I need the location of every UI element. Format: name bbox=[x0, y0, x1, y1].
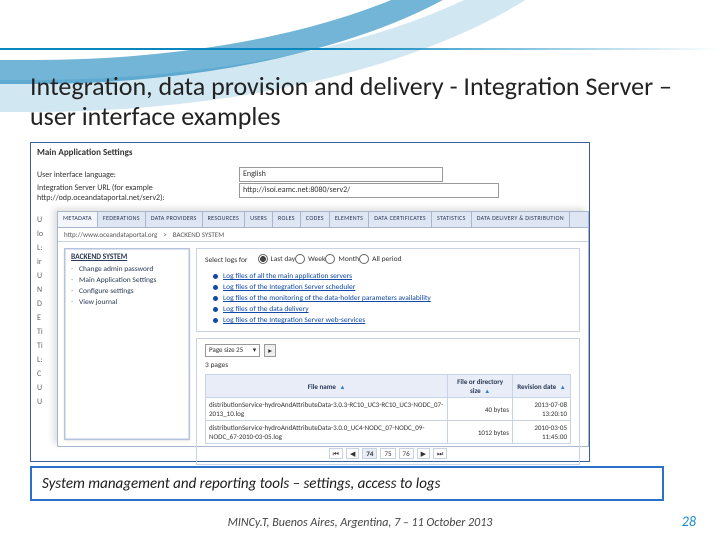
tab-data-delivery-distribution[interactable]: DATA DELIVERY & DISTRIBUTION bbox=[472, 212, 570, 227]
page-title: Integration, data provision and delivery… bbox=[30, 72, 690, 132]
breadcrumb-sep: > bbox=[163, 230, 167, 239]
pager-chip[interactable]: ⏭ bbox=[433, 448, 447, 459]
tab-data-providers[interactable]: DATA PROVIDERS bbox=[146, 212, 203, 227]
footer-text: MINCy.T, Buenos Aires, Argentina, 7 – 11… bbox=[0, 516, 720, 530]
front-window: METADATAFEDERATIONSDATA PROVIDERSRESOURC… bbox=[57, 211, 589, 447]
log-link[interactable]: Log files of the monitoring of the data-… bbox=[211, 293, 571, 304]
logs-label: Select logs for bbox=[205, 256, 248, 265]
screenshot-frame: Main Application Settings User interface… bbox=[30, 142, 590, 462]
caption-box: System management and reporting tools – … bbox=[30, 466, 664, 501]
pager-chip[interactable]: ◀ bbox=[346, 448, 359, 459]
log-period-row: Select logs for Last dayWeekMonthAll per… bbox=[205, 254, 571, 267]
language-label: User interface language: bbox=[37, 170, 233, 180]
tab-federations[interactable]: FEDERATIONS bbox=[98, 212, 146, 227]
pages-count: 3 pages bbox=[205, 361, 571, 370]
tab-statistics[interactable]: STATISTICS bbox=[432, 212, 472, 227]
url-input[interactable]: http://isoi.eamc.net:8080/serv2/ bbox=[239, 183, 499, 198]
caption-text: System management and reporting tools – … bbox=[42, 475, 440, 493]
language-input[interactable]: English bbox=[239, 167, 443, 182]
back-window-title: Main Application Settings bbox=[37, 147, 132, 158]
table-col[interactable]: File name ▲ bbox=[206, 375, 448, 398]
results-fieldset: Page size 25 ▸ 3 pages File name ▲File o… bbox=[196, 338, 580, 465]
page-size-row: Page size 25 ▸ bbox=[205, 344, 571, 357]
radio-last-day[interactable]: Last day bbox=[258, 254, 296, 264]
breadcrumb-section: BACKEND SYSTEM bbox=[173, 230, 224, 239]
radio-month[interactable]: Month bbox=[325, 254, 359, 264]
breadcrumb-url: http://www.oceandataportal.org bbox=[64, 230, 157, 239]
pager-chip[interactable]: 75 bbox=[380, 448, 395, 459]
sidebar-title: BACKEND SYSTEM bbox=[65, 249, 189, 264]
tab-bar: METADATAFEDERATIONSDATA PROVIDERSRESOURC… bbox=[58, 212, 588, 228]
tab-roles[interactable]: ROLES bbox=[273, 212, 301, 227]
tab-codes[interactable]: CODES bbox=[301, 212, 330, 227]
tab-users[interactable]: USERS bbox=[245, 212, 273, 227]
slide-number: 28 bbox=[682, 513, 696, 530]
log-links: Log files of all the main application se… bbox=[211, 271, 571, 326]
pager-chip[interactable]: ⏮ bbox=[329, 448, 343, 459]
table-col[interactable]: Revision date ▲ bbox=[512, 375, 570, 398]
tab-elements[interactable]: ELEMENTS bbox=[330, 212, 369, 227]
breadcrumb: http://www.oceandataportal.org > BACKEND… bbox=[58, 228, 588, 242]
logs-fieldset: Select logs for Last dayWeekMonthAll per… bbox=[196, 248, 580, 332]
pager-chip[interactable]: ▶ bbox=[417, 448, 430, 459]
table-row[interactable]: distributionService-hydroAndAttributeDat… bbox=[206, 421, 571, 444]
radio-all-period[interactable]: All period bbox=[359, 254, 401, 264]
tab-data-certificates[interactable]: DATA CERTIFICATES bbox=[369, 212, 432, 227]
table-row[interactable]: distributionService-hydroAndAttributeDat… bbox=[206, 398, 571, 421]
obscured-labels: UloL:irUNDETiTiL:CUU bbox=[37, 213, 43, 409]
url-row: Integration Server URL (for example http… bbox=[37, 183, 583, 203]
front-body: BACKEND SYSTEM Change admin passwordMain… bbox=[58, 242, 588, 446]
decorative-line bbox=[0, 48, 720, 50]
tab-metadata[interactable]: METADATA bbox=[58, 212, 98, 227]
sidebar-item[interactable]: Main Application Settings bbox=[65, 275, 189, 286]
sidebar-item[interactable]: Change admin password bbox=[65, 264, 189, 275]
language-row: User interface language: English bbox=[37, 167, 583, 182]
sidebar-item[interactable]: Configure settings bbox=[65, 286, 189, 297]
log-link[interactable]: Log files of all the main application se… bbox=[211, 271, 571, 282]
log-table: File name ▲File or directory size ▲Revis… bbox=[205, 374, 571, 444]
sidebar-item[interactable]: View journal bbox=[65, 297, 189, 308]
pager-chip[interactable]: 76 bbox=[399, 448, 414, 459]
go-button[interactable]: ▸ bbox=[264, 344, 276, 357]
table-col[interactable]: File or directory size ▲ bbox=[448, 375, 513, 398]
main-panel: Select logs for Last dayWeekMonthAll per… bbox=[196, 242, 588, 446]
sidebar: BACKEND SYSTEM Change admin passwordMain… bbox=[64, 248, 190, 440]
tab-resources[interactable]: RESOURCES bbox=[203, 212, 245, 227]
pager-chip[interactable]: 74 bbox=[362, 448, 377, 459]
url-label: Integration Server URL (for example http… bbox=[37, 183, 233, 203]
page-size-select[interactable]: Page size 25 bbox=[205, 344, 260, 357]
pager: ⏮◀7475 76▶⏭ bbox=[205, 448, 571, 459]
log-link[interactable]: Log files of the Integration Server web-… bbox=[211, 315, 571, 326]
log-link[interactable]: Log files of the Integration Server sche… bbox=[211, 282, 571, 293]
log-link[interactable]: Log files of the data delivery bbox=[211, 304, 571, 315]
radio-week[interactable]: Week bbox=[295, 254, 325, 264]
